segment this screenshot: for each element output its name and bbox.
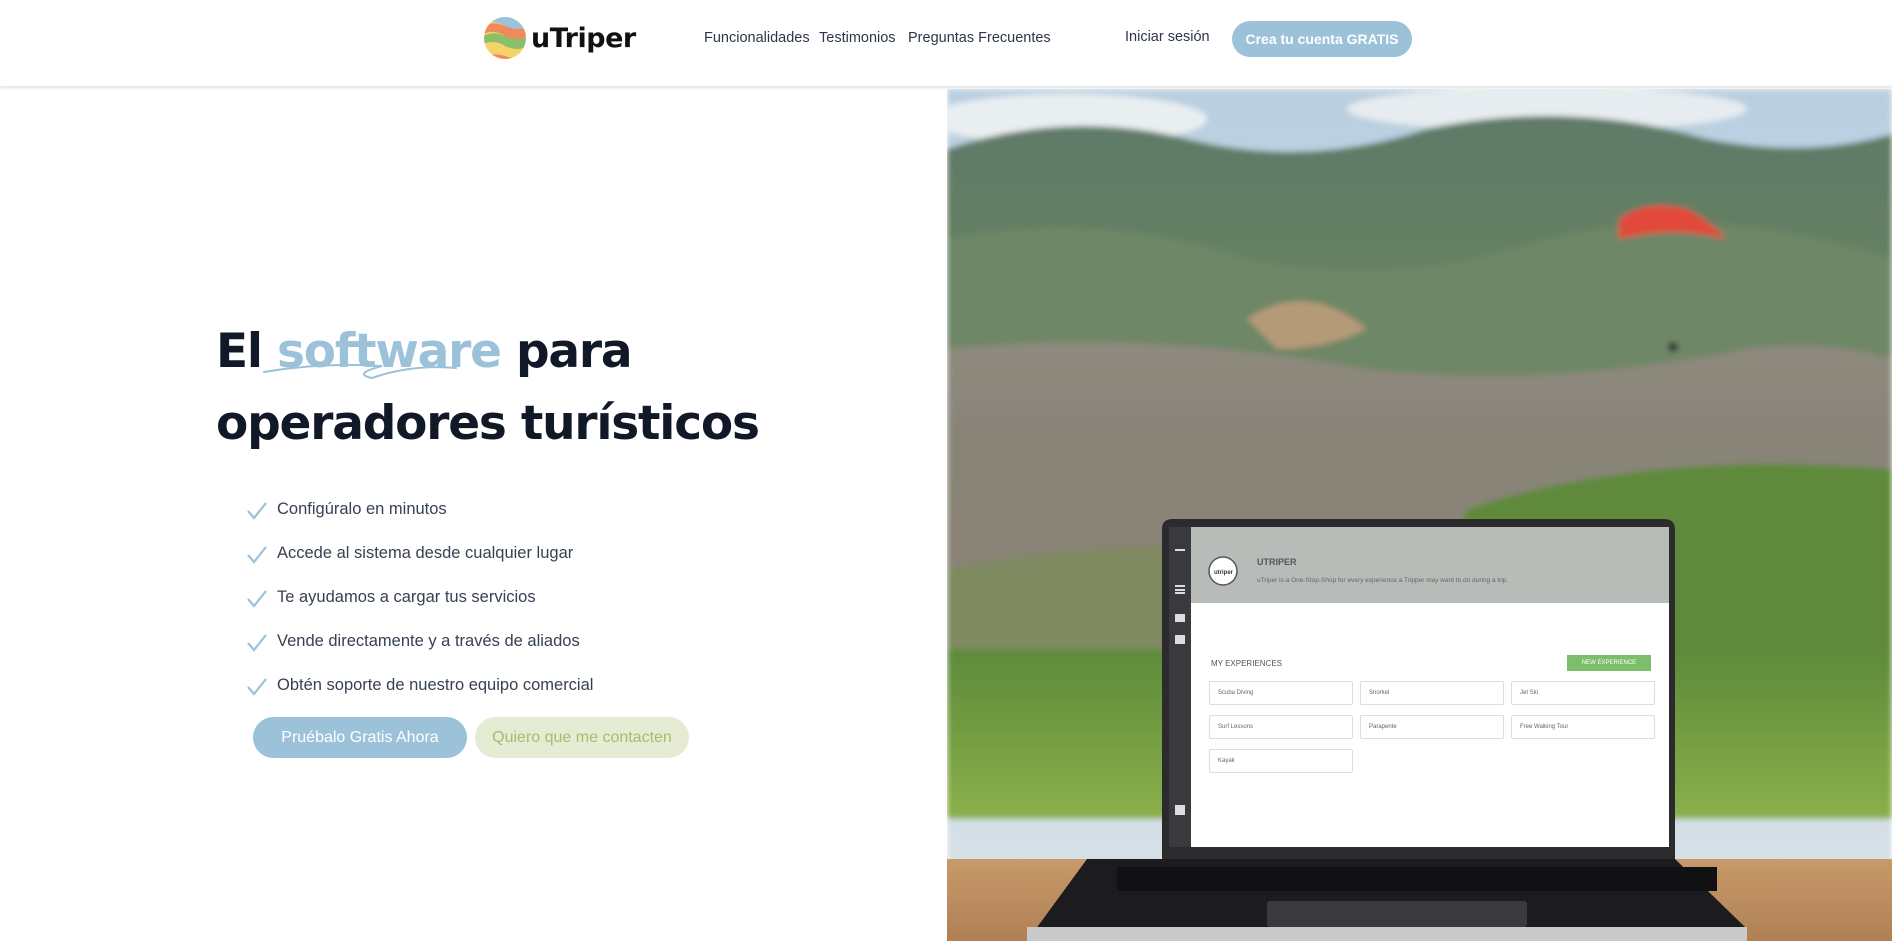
brand-name: uTriper [531, 22, 636, 54]
laptop-experience-card: Scuba Diving [1209, 681, 1353, 705]
svg-text:utriper: utriper [1214, 570, 1234, 576]
feature-item: Configúralo en minutos [246, 487, 593, 531]
laptop-experience-card: Free Walking Tour [1511, 715, 1655, 739]
create-account-button[interactable]: Crea tu cuenta GRATIS [1232, 21, 1412, 57]
hero-photo: utriper UTRIPER uTriper is a One-Stop-Sh… [947, 89, 1892, 941]
logo-mark-icon [484, 17, 526, 59]
feature-text: Obtén soporte de nuestro equipo comercia… [277, 675, 594, 694]
laptop-experience-card: Surf Lessons [1209, 715, 1353, 739]
laptop-section-title: MY EXPERIENCES [1211, 659, 1282, 668]
hero-title-line2: operadores turísticos [216, 396, 760, 451]
feature-text: Vende directamente y a través de aliados [277, 631, 580, 650]
laptop-experience-card: Parapente [1360, 715, 1504, 739]
laptop-company-name: UTRIPER [1257, 557, 1297, 567]
hero-title-suffix: para [515, 324, 633, 379]
check-icon [247, 634, 267, 652]
nav-link-testimonios[interactable]: Testimonios [819, 30, 896, 46]
landscape-scene: utriper [947, 89, 1892, 941]
laptop-tagline: uTriper is a One-Stop-Shop for every exp… [1257, 577, 1509, 584]
check-icon [247, 546, 267, 564]
top-navbar: uTriper Funcionalidades Testimonios Preg… [0, 0, 1892, 86]
feature-text: Te ayudamos a cargar tus servicios [277, 587, 536, 606]
feature-item: Accede al sistema desde cualquier lugar [246, 531, 593, 575]
brand-logo[interactable]: uTriper [483, 16, 636, 60]
laptop-experience-card: Jet Ski [1511, 681, 1655, 705]
nav-link-preguntas-frecuentes[interactable]: Preguntas Frecuentes [908, 30, 1051, 46]
contact-me-button[interactable]: Quiero que me contacten [475, 717, 689, 758]
highlight-underline-icon [263, 363, 457, 380]
login-link[interactable]: Iniciar sesión [1125, 29, 1210, 45]
laptop-experience-card: Kayak [1209, 749, 1353, 773]
try-free-button[interactable]: Pruébalo Gratis Ahora [253, 717, 467, 758]
hero-title: El software para operadores turísticos [216, 316, 760, 460]
feature-item: Obtén soporte de nuestro equipo comercia… [246, 663, 593, 707]
nav-link-funcionalidades[interactable]: Funcionalidades [704, 30, 810, 46]
laptop-experience-card: Snorkel [1360, 681, 1504, 705]
feature-item: Vende directamente y a través de aliados [246, 619, 593, 663]
laptop-new-experience-button: NEW EXPERIENCE [1567, 655, 1651, 671]
feature-list: Configúralo en minutos Accede al sistema… [246, 487, 593, 707]
feature-item: Te ayudamos a cargar tus servicios [246, 575, 593, 619]
feature-text: Accede al sistema desde cualquier lugar [277, 543, 574, 562]
feature-text: Configúralo en minutos [277, 499, 447, 518]
check-icon [247, 678, 267, 696]
check-icon [247, 502, 267, 520]
check-icon [247, 590, 267, 608]
hero-title-prefix: El [216, 324, 263, 379]
